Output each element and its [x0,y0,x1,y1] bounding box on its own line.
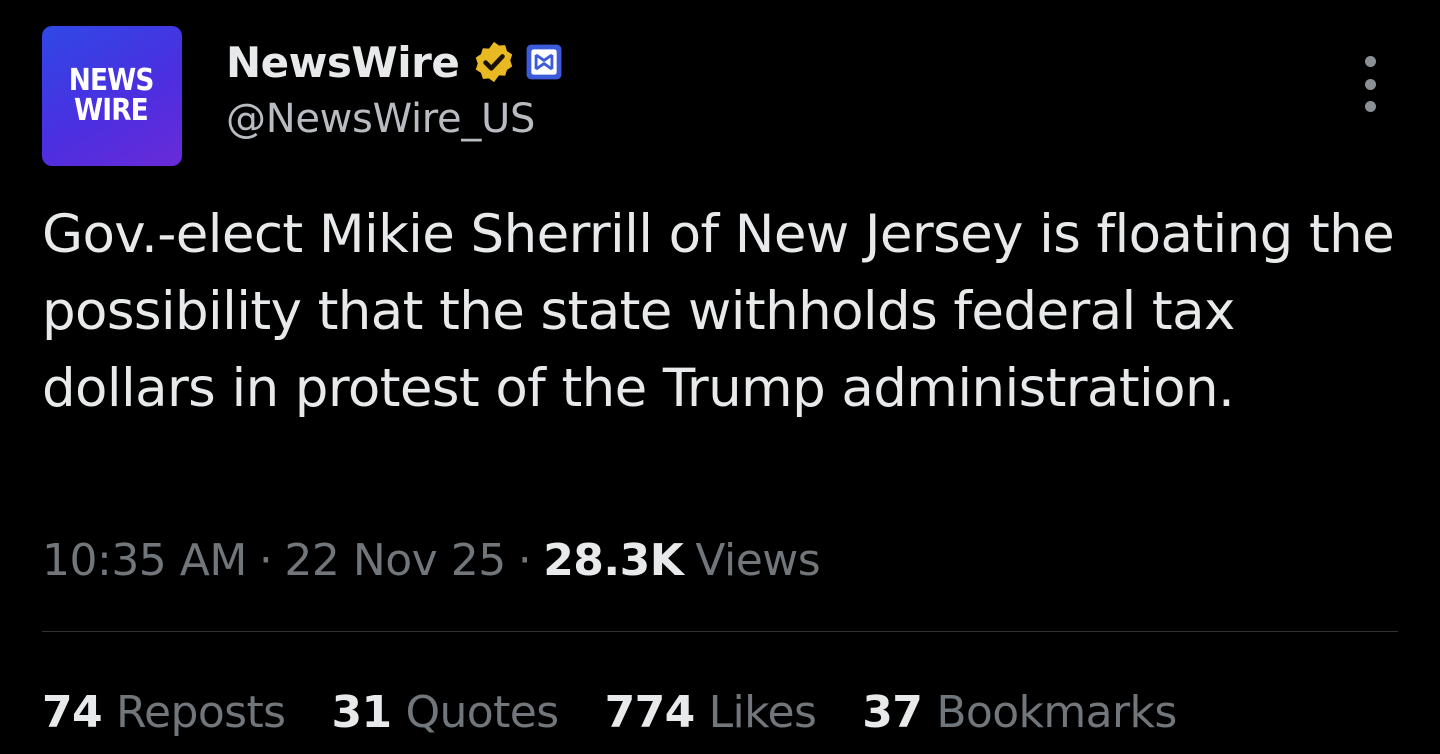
quotes-count: 31 [331,686,392,738]
views-count[interactable]: 28.3K [543,535,684,586]
more-dot [1364,78,1376,90]
more-dot [1364,56,1376,67]
tweet-meta: 10:35 AM · 22 Nov 25 · 28.3K Views [42,528,821,592]
likes-stat[interactable]: 774 Likes [605,687,817,738]
tweet-text: Gov.-elect Mikie Sherrill of New Jersey … [42,204,1395,419]
quotes-stat[interactable]: 31 Quotes [331,686,559,738]
avatar[interactable]: NEWS WIRE [42,26,182,166]
likes-label: Likes [708,686,817,738]
tweet-card: NEWS WIRE NewsWire @NewsWire_US Gov.-ele… [0,0,1440,754]
author-display-name[interactable]: NewsWire [226,38,460,87]
author-name-row: NewsWire [226,34,563,90]
affiliate-badge-icon[interactable] [525,43,563,81]
tweet-time[interactable]: 10:35 AM [42,535,247,586]
verified-badge-icon[interactable] [471,39,517,85]
bookmarks-label: Bookmarks [936,686,1177,738]
reposts-count: 74 [42,686,103,738]
bookmarks-stat[interactable]: 37 Bookmarks [862,686,1177,738]
more-options-icon[interactable] [1352,56,1388,112]
tweet-date[interactable]: 22 Nov 25 [284,535,506,586]
more-dot [1364,101,1376,112]
divider [42,631,1398,632]
quotes-label: Quotes [405,686,559,738]
bookmarks-count: 37 [862,686,923,738]
meta-separator: · [517,534,532,586]
avatar-text-wire: WIRE [74,93,149,128]
reposts-stat[interactable]: 74 Reposts [42,686,286,738]
author-handle[interactable]: @NewsWire_US [226,96,535,142]
avatar-text-news: NEWS [68,63,155,98]
engagement-stats: 74 Reposts 31 Quotes 774 Likes 37 Bookma… [42,680,1177,744]
reposts-label: Reposts [116,686,286,738]
meta-separator: · [258,534,273,586]
views-label: Views [695,534,821,586]
likes-count: 774 [604,686,696,738]
